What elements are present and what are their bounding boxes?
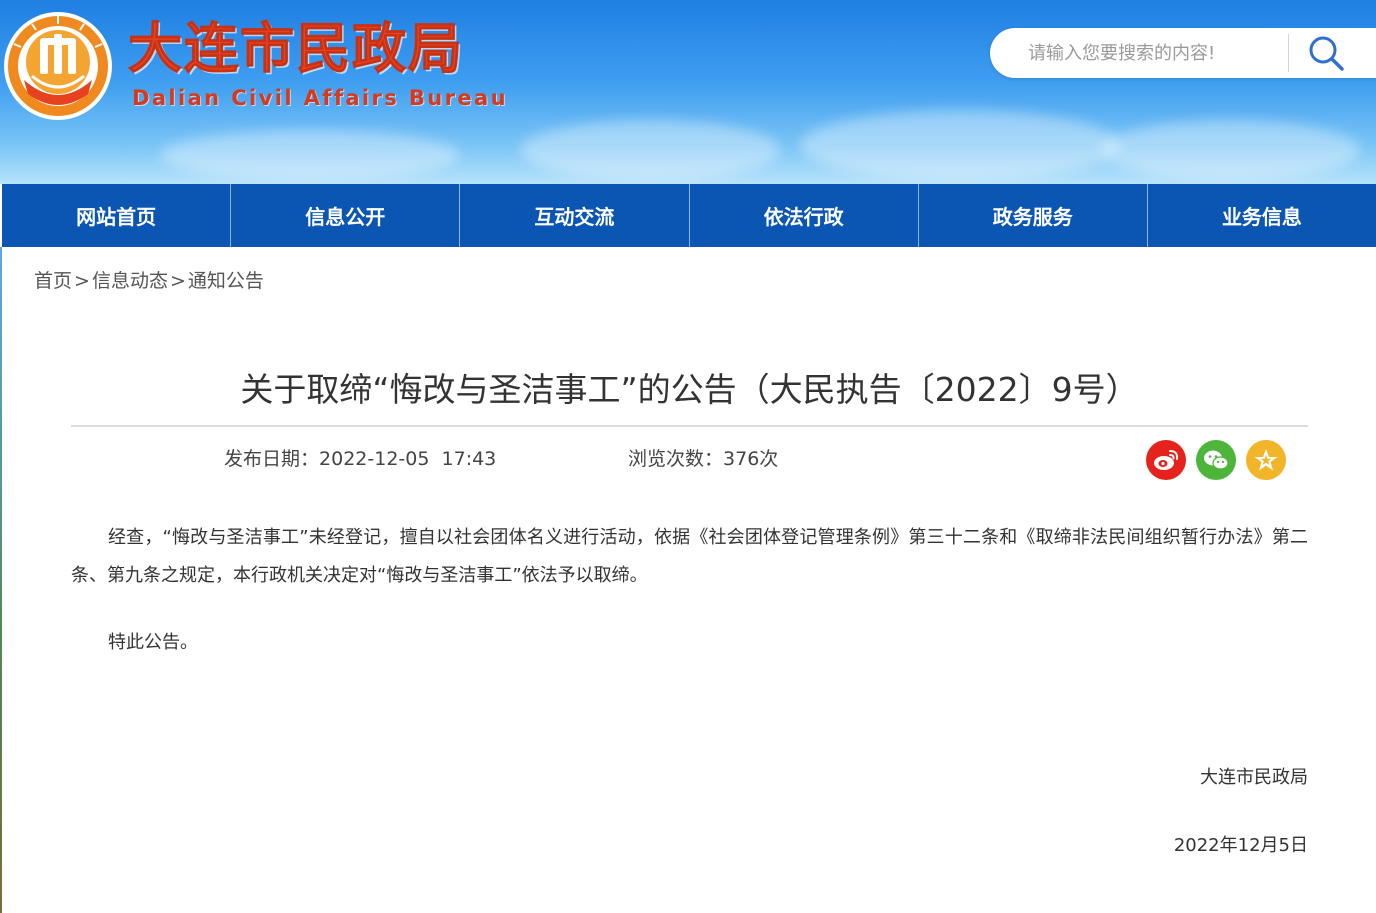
breadcrumb: 首页 > 信息动态 > 通知公告 xyxy=(34,268,264,294)
page-left-border-decoration xyxy=(0,247,2,913)
search-button[interactable] xyxy=(1304,33,1348,73)
signature-organization: 大连市民政局 xyxy=(1200,767,1308,788)
signature-date: 2022年12月5日 xyxy=(1173,835,1308,856)
view-count: 浏览次数：376次 xyxy=(628,446,778,472)
title-divider xyxy=(71,425,1308,427)
nav-item-interaction[interactable]: 互动交流 xyxy=(460,184,690,247)
article-paragraph-1: 经查，“悔改与圣洁事工”未经登记，擅自以社会团体名义进行活动，依据《社会团体登记… xyxy=(71,527,1308,586)
breadcrumb-news[interactable]: 信息动态 xyxy=(92,268,168,294)
breadcrumb-notices[interactable]: 通知公告 xyxy=(188,268,264,294)
site-name-chinese[interactable]: 大连市民政局 xyxy=(128,21,464,76)
article-paragraph-2: 特此公告。 xyxy=(108,632,198,653)
breadcrumb-home[interactable]: 首页 xyxy=(34,268,72,294)
view-count-value: 376次 xyxy=(723,448,779,470)
breadcrumb-separator: > xyxy=(74,270,90,292)
header-cloud-decoration xyxy=(800,110,1120,180)
favorite-star-icon xyxy=(1254,449,1278,471)
header-cloud-decoration xyxy=(1100,120,1360,180)
header-cloud-decoration xyxy=(520,120,780,180)
publish-date-value: 2022-12-05 17:43 xyxy=(319,448,497,470)
share-favorite-button[interactable] xyxy=(1246,440,1286,480)
site-header: 大连市民政局 Dalian Civil Affairs Bureau xyxy=(0,0,1376,184)
wechat-icon xyxy=(1204,450,1229,470)
nav-item-business-info[interactable]: 业务信息 xyxy=(1148,184,1376,247)
view-count-label: 浏览次数： xyxy=(628,448,724,470)
nav-item-info-disclosure[interactable]: 信息公开 xyxy=(231,184,461,247)
site-name-english[interactable]: Dalian Civil Affairs Bureau xyxy=(132,88,508,109)
search-divider xyxy=(1288,34,1289,72)
article-title: 关于取缔“悔改与圣洁事工”的公告（大民执告〔2022〕9号） xyxy=(240,370,1139,409)
search-icon xyxy=(1309,36,1344,71)
weibo-icon xyxy=(1154,450,1179,470)
publish-date: 发布日期：2022-12-05 17:43 xyxy=(224,446,496,472)
publish-date-label: 发布日期： xyxy=(224,448,320,470)
breadcrumb-separator: > xyxy=(169,270,186,292)
nav-item-government-services[interactable]: 政务服务 xyxy=(919,184,1148,247)
main-navigation: 网站首页 信息公开 互动交流 依法行政 政务服务 业务信息 xyxy=(2,184,1376,247)
nav-item-home[interactable]: 网站首页 xyxy=(2,184,232,247)
nav-item-law-administration[interactable]: 依法行政 xyxy=(690,184,919,247)
search-box xyxy=(990,28,1376,78)
bureau-logo-icon[interactable] xyxy=(2,10,114,122)
share-wechat-button[interactable] xyxy=(1196,440,1236,480)
share-weibo-button[interactable] xyxy=(1146,440,1186,480)
search-input[interactable] xyxy=(1026,30,1322,76)
header-cloud-decoration xyxy=(160,130,460,180)
